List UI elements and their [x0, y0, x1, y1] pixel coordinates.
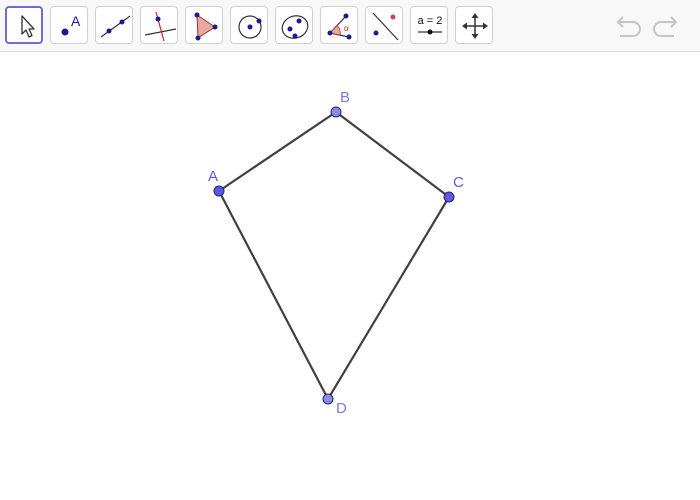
move-graphics-view-icon	[462, 13, 488, 39]
point-d-label: D	[336, 400, 347, 417]
angle-tool-label: α	[344, 24, 349, 33]
redo-button[interactable]	[651, 13, 681, 39]
segment-da[interactable]	[218, 190, 329, 400]
point-a[interactable]: A	[208, 168, 225, 197]
polygon-tool-button[interactable]	[185, 6, 223, 44]
perpendicular-tool-button[interactable]	[140, 6, 178, 44]
segment-ab[interactable]	[218, 111, 337, 192]
point-icon: A	[61, 13, 81, 36]
move-arrow-icon	[21, 15, 35, 38]
point-a-label: A	[208, 168, 218, 185]
move-tool-button[interactable]	[5, 6, 43, 44]
ellipse-tool-button[interactable]	[275, 6, 313, 44]
line-tool-button[interactable]	[95, 6, 133, 44]
undo-icon	[616, 16, 641, 37]
segment-cd[interactable]	[327, 196, 450, 400]
slider-tool-label: a = 2	[418, 15, 443, 27]
circle-tool-button[interactable]	[230, 6, 268, 44]
redo-icon	[653, 16, 678, 37]
toolbar: A α a = 2	[0, 0, 700, 52]
undo-button[interactable]	[613, 13, 643, 39]
point-tool-label: A	[71, 13, 81, 29]
line-icon	[100, 15, 131, 38]
point-c-label: C	[453, 174, 464, 191]
polygon-icon	[194, 12, 218, 41]
reflect-line-icon	[372, 12, 399, 41]
move-view-tool-button[interactable]	[455, 6, 493, 44]
slider-icon: a = 2	[418, 15, 443, 35]
segment-bc[interactable]	[335, 111, 450, 198]
point-b[interactable]: B	[330, 89, 350, 118]
point-a-dot[interactable]	[213, 185, 225, 197]
point-c[interactable]: C	[443, 174, 464, 203]
point-b-dot[interactable]	[330, 106, 342, 118]
point-c-dot[interactable]	[443, 191, 455, 203]
point-d[interactable]: D	[322, 393, 347, 417]
circle-center-point-icon	[238, 15, 262, 39]
angle-icon: α	[327, 13, 352, 40]
slider-tool-button[interactable]: a = 2	[410, 6, 448, 44]
point-tool-button[interactable]: A	[50, 6, 88, 44]
reflect-tool-button[interactable]	[365, 6, 403, 44]
point-d-dot[interactable]	[322, 393, 334, 405]
angle-tool-button[interactable]: α	[320, 6, 358, 44]
ellipse-icon	[281, 15, 309, 39]
perpendicular-line-icon	[144, 11, 177, 42]
graphics-view[interactable]: A B C D	[0, 52, 700, 500]
quadrilateral-segments	[218, 111, 450, 400]
point-b-label: B	[340, 89, 350, 106]
